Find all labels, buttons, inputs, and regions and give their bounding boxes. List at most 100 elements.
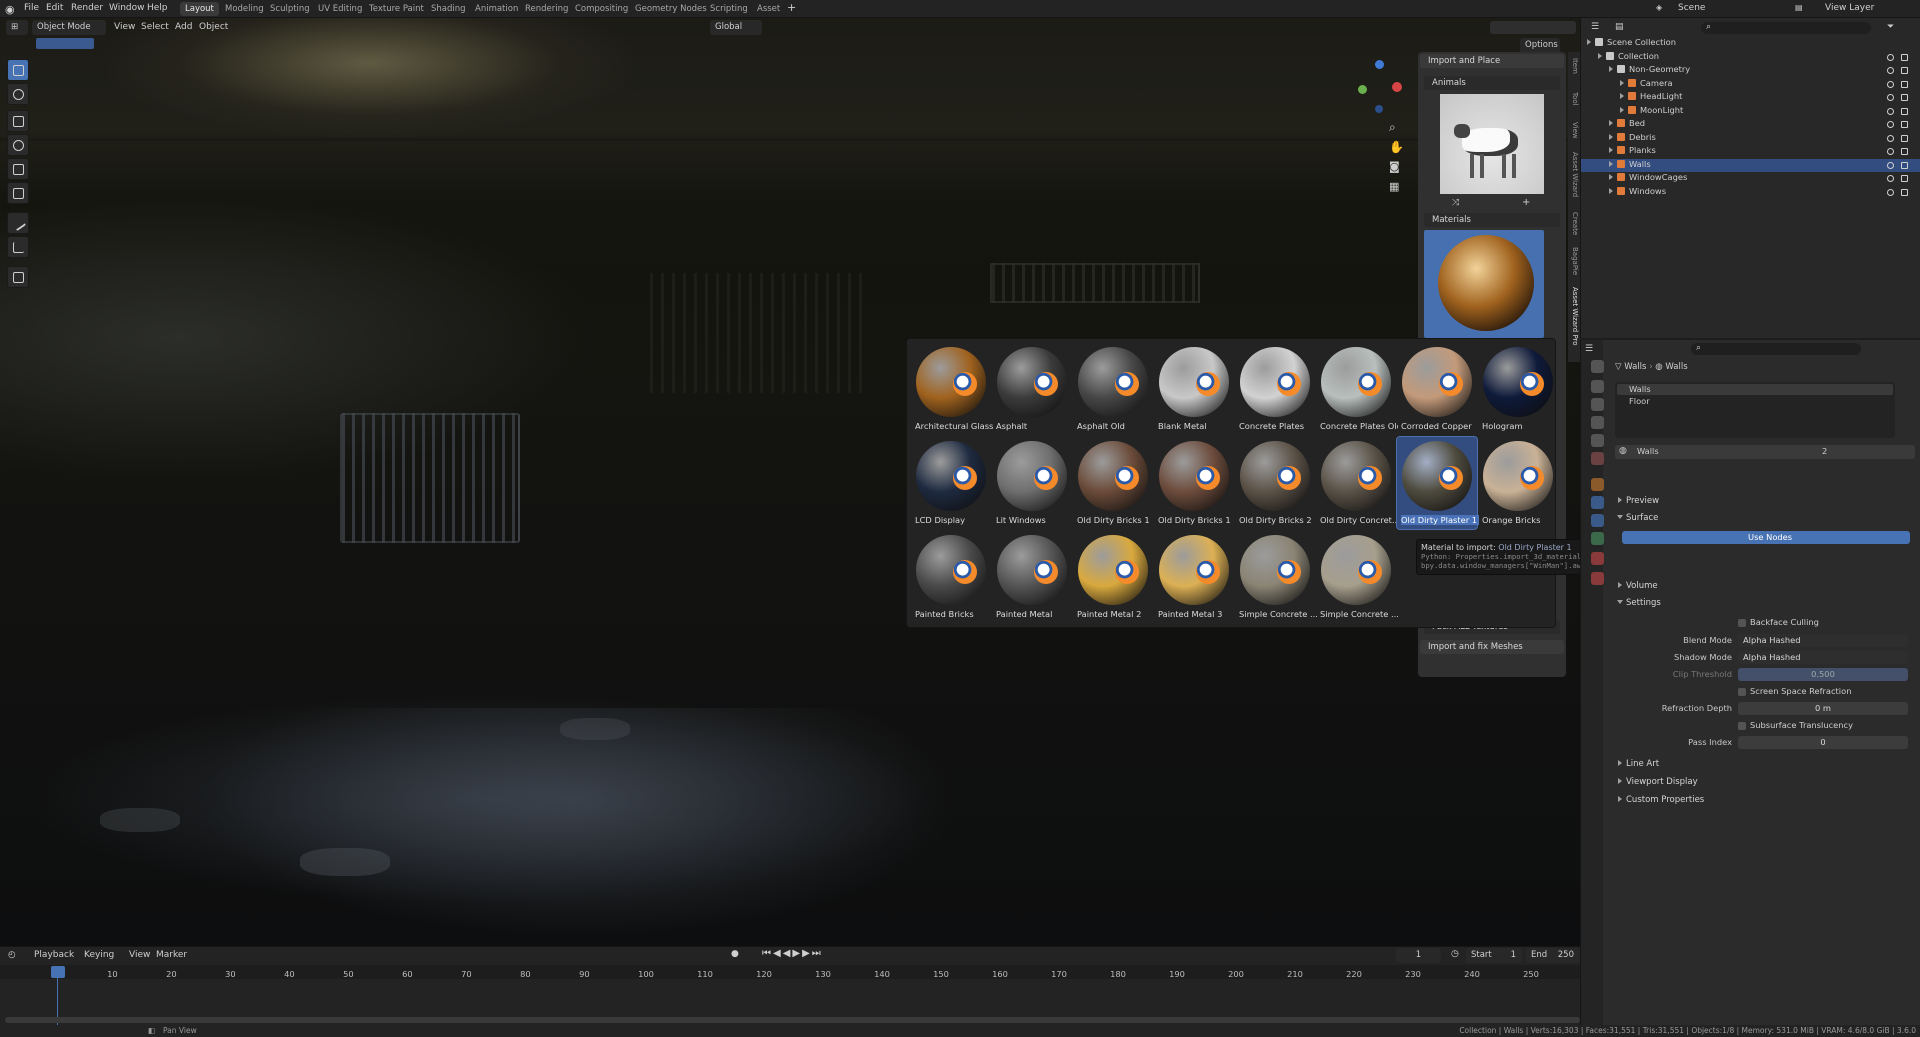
visibility-eye-icon[interactable] [1887, 134, 1894, 142]
viewport-display-section[interactable]: Viewport Display [1618, 777, 1698, 787]
tab-modeling[interactable]: Modeling [220, 2, 269, 16]
volume-section[interactable]: Volume [1618, 581, 1658, 591]
render-camera-icon[interactable] [1901, 107, 1908, 115]
visibility-eye-icon[interactable] [1887, 188, 1894, 196]
refraction-depth-field[interactable]: 0 m [1738, 702, 1908, 715]
disclosure-triangle-icon[interactable] [1609, 66, 1613, 72]
visibility-eye-icon[interactable] [1887, 94, 1894, 101]
texture-tab-icon[interactable] [1591, 572, 1604, 585]
render-camera-icon[interactable] [1901, 121, 1908, 128]
disclosure-triangle-icon[interactable] [1609, 147, 1613, 153]
tab-texture-paint[interactable]: Texture Paint [364, 2, 429, 16]
visibility-eye-icon[interactable] [1887, 67, 1894, 74]
surface-section[interactable]: Surface [1617, 513, 1658, 523]
material-asset-item[interactable]: Blank Metal [1154, 343, 1234, 435]
world-tab-icon[interactable] [1591, 452, 1604, 465]
render-camera-icon[interactable] [1901, 53, 1908, 61]
material-asset-item[interactable]: Painted Bricks [911, 531, 991, 623]
shuffle-icon[interactable]: ⤨ [1452, 198, 1459, 208]
tab-asset-wizard-pro[interactable]: Asset Wizard Pro [1569, 287, 1579, 346]
tab-create[interactable]: Create [1569, 212, 1579, 235]
cursor-tool[interactable] [7, 83, 29, 105]
tab-layout[interactable]: Layout [180, 2, 219, 16]
menu-edit[interactable]: Edit [46, 3, 63, 13]
zoom-icon[interactable]: ⌕ [1389, 120, 1396, 135]
tab-rendering[interactable]: Rendering [520, 2, 573, 16]
material-asset-item[interactable]: Simple Concrete ... [1316, 531, 1398, 623]
add-icon[interactable]: + [1522, 197, 1530, 208]
disclosure-triangle-icon[interactable] [1609, 133, 1613, 140]
material-asset-item[interactable]: Painted Metal 3 [1154, 531, 1234, 623]
visibility-eye-icon[interactable] [1887, 148, 1894, 155]
tab-view[interactable]: View [1569, 122, 1579, 139]
visibility-eye-icon[interactable] [1887, 80, 1894, 88]
custom-properties-section[interactable]: Custom Properties [1618, 795, 1704, 805]
cow-preview-image[interactable] [1440, 94, 1544, 194]
settings-section[interactable]: Settings [1617, 598, 1661, 608]
menu-add[interactable]: Add [175, 22, 192, 32]
menu-file[interactable]: File [24, 3, 39, 13]
mode-dropdown[interactable]: Object Mode [32, 20, 106, 35]
tab-asset-wizard[interactable]: Asset Wizard [1569, 152, 1579, 197]
scene-tab-icon[interactable] [1591, 434, 1604, 447]
material-asset-item[interactable]: Concrete Plates Old [1316, 343, 1398, 435]
material-asset-item[interactable]: Old Dirty Plaster 1 [1396, 436, 1479, 530]
tab-compositing[interactable]: Compositing [570, 2, 633, 16]
render-tab-icon[interactable] [1591, 380, 1604, 393]
breadcrumb-material[interactable]: Walls [1665, 362, 1687, 372]
transform-orientation-dropdown[interactable]: Global [710, 20, 762, 35]
properties-editor-icon[interactable]: ☰ [1585, 344, 1593, 354]
tool-tab-icon[interactable] [1591, 360, 1604, 373]
import-fix-meshes-header[interactable]: Import and fix Meshes [1420, 640, 1564, 654]
blend-mode-dropdown[interactable]: Alpha Hashed [1738, 634, 1908, 647]
tab-geometry-nodes[interactable]: Geometry Nodes [630, 2, 712, 16]
material-asset-item[interactable]: Painted Metal 2 [1073, 531, 1153, 623]
material-asset-item[interactable]: Architectural Glass [911, 343, 993, 435]
slot-walls[interactable]: Walls [1617, 384, 1893, 395]
disclosure-triangle-icon[interactable] [1587, 39, 1591, 45]
backface-culling-checkbox[interactable] [1738, 619, 1746, 627]
render-camera-icon[interactable] [1901, 134, 1908, 142]
render-camera-icon[interactable] [1901, 175, 1908, 182]
material-asset-item[interactable]: Asphalt Old [1073, 343, 1153, 435]
disclosure-triangle-icon[interactable] [1609, 160, 1613, 167]
object-tab-icon[interactable] [1591, 478, 1604, 491]
visibility-eye-icon[interactable] [1887, 175, 1894, 182]
menu-render[interactable]: Render [71, 3, 103, 13]
material-asset-item[interactable]: Simple Concrete ... [1235, 531, 1317, 623]
outliner-row[interactable]: Walls [1581, 158, 1920, 172]
outliner-row[interactable]: WindowCages [1581, 172, 1920, 185]
measure-tool[interactable] [7, 236, 29, 258]
shadow-mode-dropdown[interactable]: Alpha Hashed [1738, 651, 1908, 664]
material-asset-item[interactable]: LCD Display [911, 437, 991, 529]
render-camera-icon[interactable] [1901, 67, 1908, 74]
material-name-field[interactable]: Walls [1637, 446, 1659, 456]
shading-buttons[interactable] [1490, 21, 1576, 34]
timeline-scrollbar[interactable] [5, 1017, 1580, 1023]
render-camera-icon[interactable] [1901, 80, 1908, 88]
tab-asset[interactable]: Asset [752, 2, 785, 16]
slot-floor[interactable]: Floor [1617, 396, 1893, 407]
use-nodes-button[interactable]: Use Nodes [1622, 531, 1910, 544]
disclosure-triangle-icon[interactable] [1609, 120, 1613, 126]
tab-uv-editing[interactable]: UV Editing [313, 2, 367, 16]
line-art-section[interactable]: Line Art [1618, 759, 1659, 769]
disclosure-triangle-icon[interactable] [1598, 52, 1602, 59]
menu-view[interactable]: View [114, 22, 135, 32]
view-layer-field[interactable]: View Layer [1825, 3, 1874, 13]
select-box-tool[interactable] [7, 59, 29, 81]
particles-tab-icon[interactable] [1591, 514, 1604, 527]
disclosure-triangle-icon[interactable] [1620, 93, 1624, 99]
material-asset-item[interactable]: Old Dirty Bricks 1 [1073, 437, 1153, 529]
render-camera-icon[interactable] [1901, 94, 1908, 101]
outliner-row[interactable]: Collection [1581, 51, 1920, 64]
materials-dropdown[interactable]: Materials [1424, 213, 1560, 227]
material-asset-item[interactable]: Hologram [1478, 343, 1558, 435]
material-asset-item[interactable]: Corroded Copper [1397, 343, 1477, 435]
material-selector[interactable]: ◍ Walls 2 [1615, 445, 1915, 459]
tab-tool[interactable]: Tool [1569, 92, 1579, 106]
tab-sculpting[interactable]: Sculpting [265, 2, 315, 16]
material-browse-icon[interactable]: ◍ [1619, 446, 1627, 456]
visibility-eye-icon[interactable] [1887, 107, 1894, 115]
outliner-row[interactable]: Windows [1581, 186, 1920, 199]
